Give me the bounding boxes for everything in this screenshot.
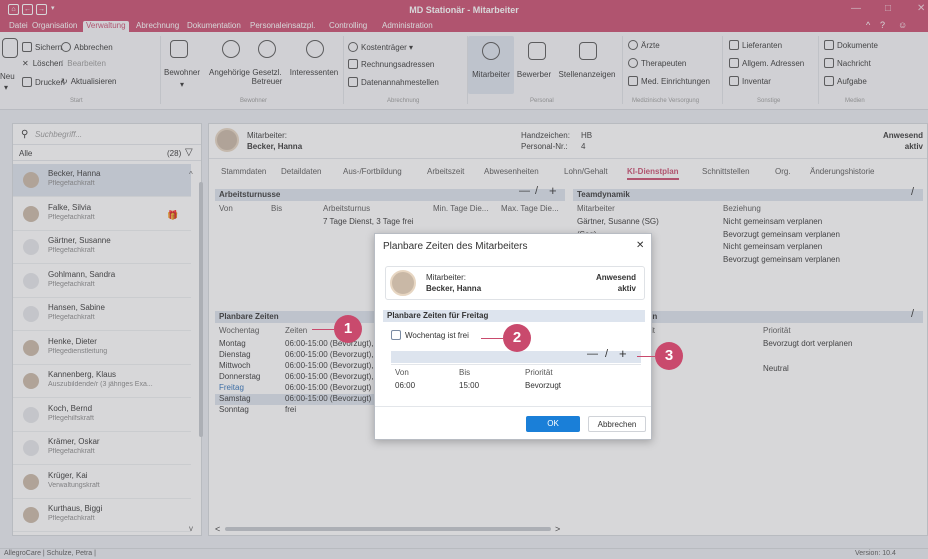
dialog-title: Planbare Zeiten des Mitarbeiters: [383, 241, 528, 252]
grid-divider: [391, 364, 641, 365]
callout-1-line: [312, 329, 334, 330]
weekday-free-checkbox[interactable]: [391, 330, 401, 340]
ok-button[interactable]: OK: [526, 416, 580, 432]
plus-icon[interactable]: +: [619, 346, 627, 361]
dialog-employee-name: Becker, Hanna: [426, 284, 482, 293]
dialog-close-icon[interactable]: ✕: [636, 240, 644, 251]
time-row-prioritaet[interactable]: Bevorzugt: [525, 381, 561, 390]
pencil-icon[interactable]: /: [605, 348, 608, 360]
dialog-employee-card: Mitarbeiter: Becker, Hanna Anwesend akti…: [385, 266, 645, 300]
column-header-bis: Bis: [459, 368, 471, 377]
dialog-footer-divider: [375, 406, 651, 407]
callout-1: 1: [334, 315, 362, 343]
dialog-avatar: [390, 270, 416, 296]
dialog-grid-toolbar: [391, 351, 641, 363]
callout-3: 3: [655, 342, 683, 370]
time-row-bis[interactable]: 15:00: [459, 381, 479, 390]
dialog-presence-status: Anwesend: [595, 273, 636, 282]
cancel-button[interactable]: Abbrechen: [588, 416, 646, 432]
callout-2-line: [481, 338, 503, 339]
callout-2: 2: [503, 324, 531, 352]
time-row-von[interactable]: 06:00: [395, 381, 415, 390]
column-header-prioritaet: Priorität: [525, 368, 553, 377]
minus-icon[interactable]: —: [587, 348, 598, 360]
dialog-active-status: aktiv: [617, 284, 636, 293]
dialog-employee-label: Mitarbeiter:: [426, 273, 467, 282]
dialog-section-header: Planbare Zeiten für Freitag: [383, 310, 645, 322]
callout-3-line: [637, 356, 655, 357]
weekday-free-label: Wochentag ist frei: [405, 331, 469, 340]
column-header-von: Von: [395, 368, 409, 377]
